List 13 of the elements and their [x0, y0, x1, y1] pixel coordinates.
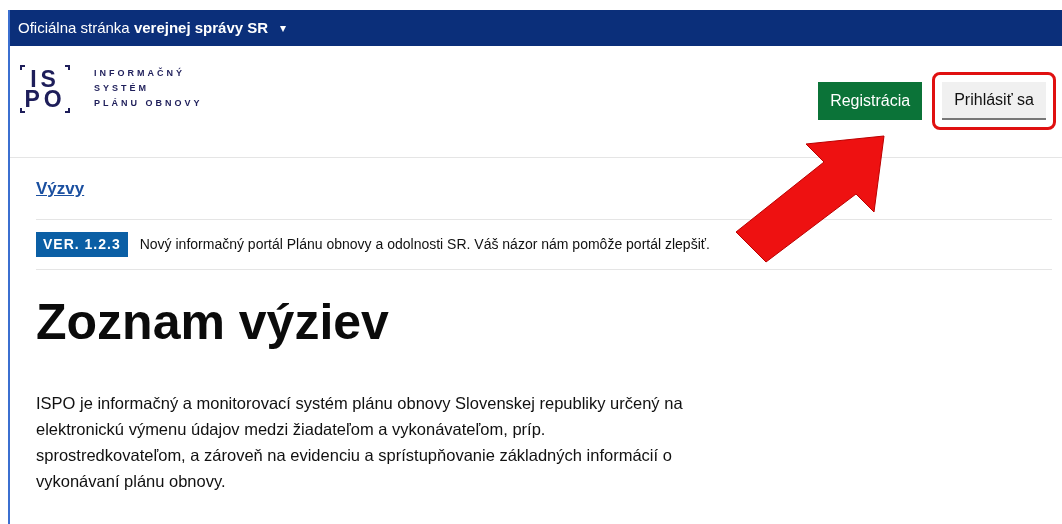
logo-text: PLÁNU OBNOVY: [94, 97, 203, 110]
notice-text: Nový informačný portál Plánu obnovy a odolnosti SR. Váš názor nám pomôže portál zlepšiť.: [139, 235, 710, 254]
register-button[interactable]: Registrácia: [818, 81, 923, 120]
dropdown-caret[interactable]: ▾: [280, 19, 287, 37]
banner-text: Oficiálna stránka verejnej správy SR: [18, 17, 269, 38]
version-badge: VER. 1.2.3: [36, 232, 128, 257]
description-text: ISPO je informačný a monitorovací systém plánu obnovy Slovenskej republiky určený na elektronickú výmenu údajov medzi žiadateľom a vykonávateľom, príp. sprostredkovateľom, a zároveň na evidenciu a sprístupňovanie základných informácií o vykonávaní plánu obnovy.: [36, 393, 684, 492]
logo-text: INFORMAČNÝ: [94, 66, 186, 80]
breadcrumb-link[interactable]: Výzvy: [36, 175, 85, 202]
logo-mark: IS PO: [20, 64, 70, 113]
page-heading: Zoznam výziev: [36, 293, 390, 352]
logo-text: SYSTÉM: [94, 82, 150, 95]
login-button[interactable]: Prihlásiť sa: [942, 81, 1046, 120]
